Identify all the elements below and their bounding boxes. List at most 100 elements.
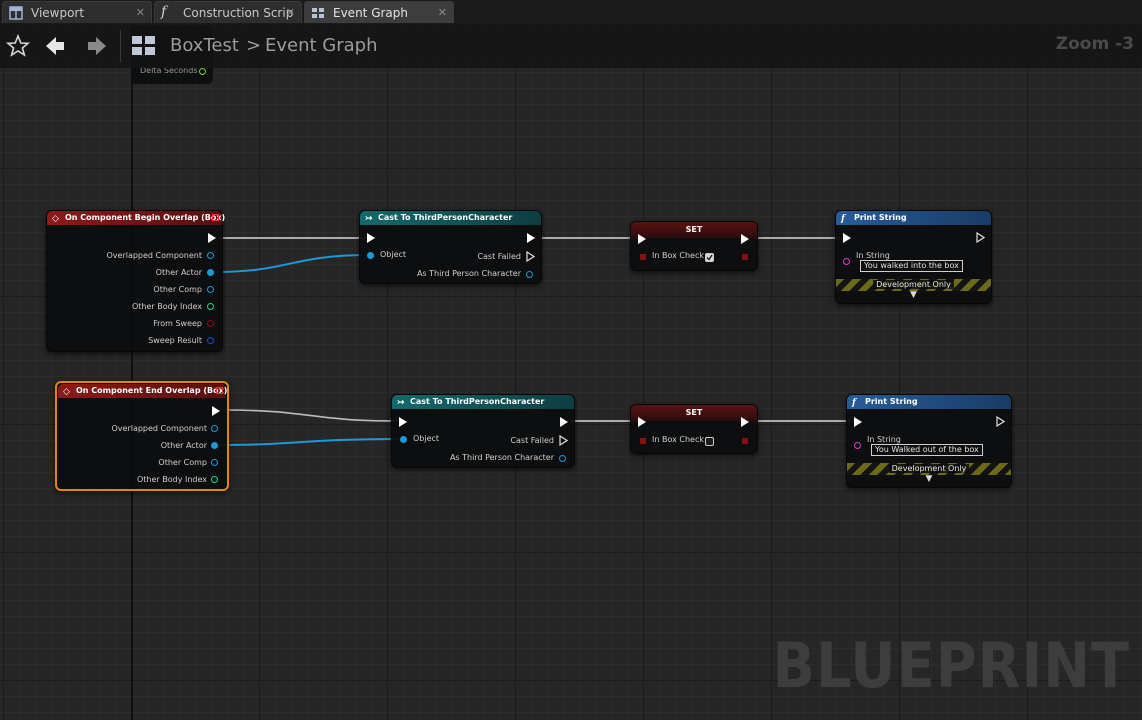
node-header: f Print String bbox=[836, 211, 991, 225]
exec-wire bbox=[222, 409, 399, 422]
exec-out-pin[interactable] bbox=[527, 233, 535, 243]
node-header: ↣ Cast To ThirdPersonCharacter bbox=[392, 395, 574, 409]
string-input[interactable]: You walked into the box bbox=[860, 260, 963, 272]
exec-in-pin[interactable] bbox=[367, 233, 375, 243]
node-header: ◇ On Component End Overlap (Box) bbox=[58, 384, 228, 398]
forward-arrow-icon[interactable] bbox=[82, 32, 110, 60]
pin-label: Other Body Index bbox=[131, 302, 202, 311]
object-pin[interactable] bbox=[207, 269, 214, 276]
zoom-level: Zoom -3 bbox=[1055, 34, 1134, 54]
exec-out-pin[interactable] bbox=[560, 417, 568, 427]
pin-label: Cast Failed bbox=[477, 252, 521, 261]
pin-label: In Box Check bbox=[652, 435, 704, 444]
exec-out-pin[interactable] bbox=[741, 234, 749, 244]
boolean-pin[interactable] bbox=[640, 438, 646, 444]
node-header: f Print String bbox=[847, 395, 1011, 409]
string-input[interactable]: You Walked out of the box bbox=[871, 444, 983, 456]
boolean-pin[interactable] bbox=[640, 254, 646, 260]
cast-icon: ↣ bbox=[365, 214, 373, 224]
object-pin[interactable] bbox=[559, 455, 566, 462]
expand-arrow-icon[interactable]: ▼ bbox=[836, 290, 991, 300]
back-arrow-icon[interactable] bbox=[42, 32, 70, 60]
print-string-node[interactable]: f Print String In String You Walked out … bbox=[846, 394, 1012, 488]
object-wire bbox=[214, 254, 371, 273]
function-icon: f bbox=[841, 214, 845, 224]
checkbox-checked[interactable] bbox=[705, 253, 714, 262]
node-title: On Component Begin Overlap (Box) bbox=[65, 213, 226, 222]
integer-pin[interactable] bbox=[207, 303, 214, 310]
star-icon[interactable] bbox=[4, 32, 32, 60]
set-node[interactable]: SET In Box Check bbox=[630, 404, 758, 454]
pin-label: Sweep Result bbox=[148, 336, 202, 345]
exec-in-pin[interactable] bbox=[638, 234, 646, 244]
exec-in-pin[interactable] bbox=[399, 417, 407, 427]
exec-out-pin[interactable] bbox=[976, 232, 985, 243]
object-pin[interactable] bbox=[400, 436, 407, 443]
cast-node[interactable]: ↣ Cast To ThirdPersonCharacter Object Ca… bbox=[391, 394, 575, 468]
node-header: ↣ Cast To ThirdPersonCharacter bbox=[360, 211, 541, 225]
exec-in-pin[interactable] bbox=[843, 233, 851, 243]
toolbar-divider bbox=[120, 30, 121, 62]
breadcrumb-separator: > bbox=[246, 35, 262, 56]
function-icon: f bbox=[852, 398, 856, 408]
expand-arrow-icon[interactable]: ▼ bbox=[847, 474, 1011, 484]
wires bbox=[214, 237, 851, 446]
object-pin[interactable] bbox=[211, 425, 218, 432]
pin-label: Overlapped Component bbox=[111, 424, 207, 433]
set-node[interactable]: SET In Box Check bbox=[630, 221, 758, 271]
pin-label: Cast Failed bbox=[510, 436, 554, 445]
object-pin[interactable] bbox=[526, 271, 533, 278]
print-string-node[interactable]: f Print String In String You walked into… bbox=[835, 210, 992, 304]
exec-in-pin[interactable] bbox=[638, 417, 646, 427]
object-wire bbox=[216, 438, 404, 446]
cast-node[interactable]: ↣ Cast To ThirdPersonCharacter Object Ca… bbox=[359, 210, 542, 284]
exec-out-pin[interactable] bbox=[212, 406, 220, 416]
object-pin[interactable] bbox=[211, 459, 218, 466]
object-pin[interactable] bbox=[367, 252, 374, 259]
node-header: SET bbox=[631, 405, 757, 421]
integer-pin[interactable] bbox=[211, 476, 218, 483]
end-overlap-event-node[interactable]: ◇ On Component End Overlap (Box) Overlap… bbox=[55, 381, 229, 491]
node-title: On Component End Overlap (Box) bbox=[76, 386, 228, 395]
exec-out-pin[interactable] bbox=[741, 417, 749, 427]
graph-toolbar: BoxTest > Event Graph Zoom -3 bbox=[0, 24, 1142, 68]
object-pin[interactable] bbox=[207, 252, 214, 259]
pin-label: Overlapped Component bbox=[106, 251, 202, 260]
exec-out-pin[interactable] bbox=[559, 435, 568, 446]
delegate-pin[interactable] bbox=[212, 214, 219, 221]
struct-pin[interactable] bbox=[207, 337, 214, 344]
node-header: ◇ On Component Begin Overlap (Box) bbox=[47, 211, 226, 225]
exec-out-pin[interactable] bbox=[996, 416, 1005, 427]
object-pin[interactable] bbox=[211, 442, 218, 449]
node-title: Cast To ThirdPersonCharacter bbox=[410, 397, 545, 406]
object-pin[interactable] bbox=[207, 286, 214, 293]
dev-only-label: Development Only bbox=[873, 280, 954, 289]
node-title: SET bbox=[685, 408, 703, 417]
exec-in-pin[interactable] bbox=[854, 417, 862, 427]
node-title: SET bbox=[685, 225, 703, 234]
node-header: SET bbox=[631, 222, 757, 238]
boolean-pin[interactable] bbox=[742, 438, 748, 444]
pin-label: Other Comp bbox=[158, 458, 207, 467]
pin-label: Object bbox=[380, 250, 407, 259]
exec-out-pin[interactable] bbox=[526, 251, 535, 262]
pin-label: Other Actor bbox=[155, 268, 202, 277]
boolean-pin[interactable] bbox=[207, 320, 214, 327]
node-title: Print String bbox=[854, 213, 907, 222]
blueprint-watermark: BLUEPRINT bbox=[772, 629, 1130, 702]
breadcrumb-current: Event Graph bbox=[265, 35, 378, 56]
node-title: Cast To ThirdPersonCharacter bbox=[378, 213, 513, 222]
breadcrumb-root[interactable]: BoxTest bbox=[170, 35, 239, 56]
begin-overlap-event-node[interactable]: ◇ On Component Begin Overlap (Box) Overl… bbox=[46, 210, 226, 352]
event-icon: ◇ bbox=[63, 387, 70, 397]
checkbox-unchecked[interactable] bbox=[705, 437, 714, 446]
string-pin[interactable] bbox=[843, 258, 850, 265]
exec-out-pin[interactable] bbox=[208, 233, 216, 243]
pin-label: As Third Person Character bbox=[449, 453, 554, 462]
boolean-pin[interactable] bbox=[742, 254, 748, 260]
pin-label: From Sweep bbox=[153, 319, 202, 328]
cast-icon: ↣ bbox=[397, 398, 405, 408]
string-pin[interactable] bbox=[854, 442, 861, 449]
delegate-pin[interactable] bbox=[216, 387, 223, 394]
event-graph-icon bbox=[132, 36, 155, 55]
